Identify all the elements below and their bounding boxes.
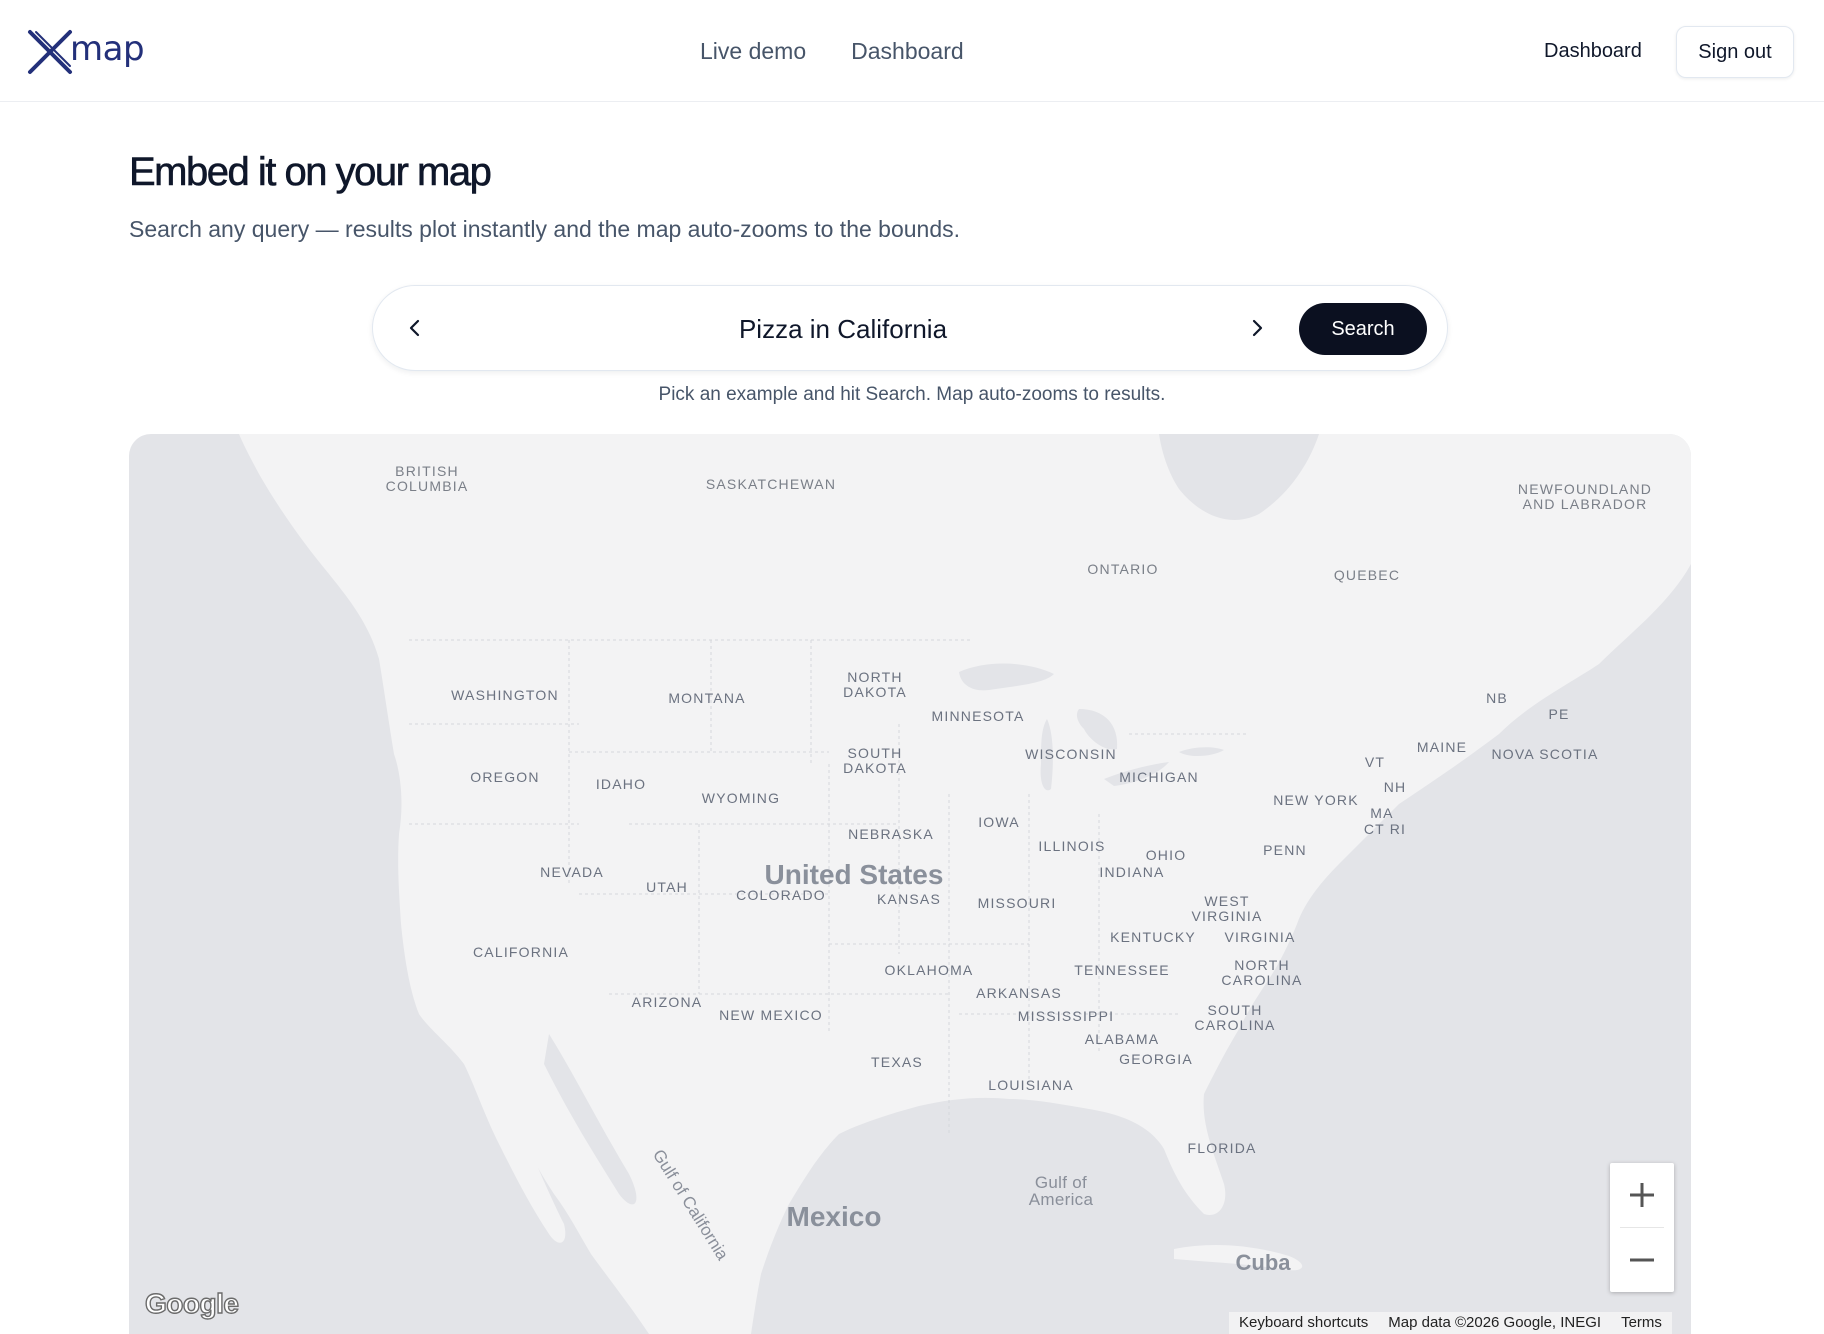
map-label-newfoundland: NEWFOUNDLAND AND LABRADOR	[1517, 481, 1653, 512]
map-label-ct-ri: CT RI	[1363, 821, 1407, 837]
zoom-out-button[interactable]	[1610, 1228, 1674, 1292]
search-input[interactable]	[463, 306, 1223, 352]
map-label-gulf-of-america: Gulf of America	[1028, 1173, 1094, 1209]
map-label-georgia: GEORGIA	[1119, 1051, 1193, 1067]
map-label-nh: NH	[1383, 779, 1407, 795]
google-logo: Google	[144, 1287, 239, 1319]
nav-dashboard[interactable]: Dashboard	[851, 32, 964, 70]
dashboard-link[interactable]: Dashboard	[1544, 32, 1642, 70]
map-label-nova-scotia: NOVA SCOTIA	[1491, 746, 1599, 762]
map-label-north-dakota: NORTH DAKOTA	[843, 669, 907, 700]
map-label-washington: WASHINGTON	[451, 687, 559, 703]
map-label-kentucky: KENTUCKY	[1110, 929, 1196, 945]
map-label-utah: UTAH	[646, 879, 688, 895]
terms-link[interactable]: Terms	[1611, 1312, 1672, 1334]
minus-icon	[1630, 1258, 1654, 1262]
map-label-west-virginia: WEST VIRGINIA	[1191, 893, 1263, 924]
map-label-mexico: Mexico	[786, 1201, 882, 1232]
keyboard-shortcuts-link[interactable]: Keyboard shortcuts	[1229, 1312, 1378, 1334]
map-canvas[interactable]: BRITISH COLUMBIA SASKATCHEWAN NEWFOUNDLA…	[129, 434, 1691, 1334]
plus-icon	[1630, 1183, 1654, 1207]
zoom-in-button[interactable]	[1610, 1163, 1674, 1227]
map-label-mississippi: MISSISSIPPI	[1017, 1008, 1115, 1024]
search-hint: Pick an example and hit Search. Map auto…	[658, 384, 1166, 405]
map-label-alabama: ALABAMA	[1084, 1031, 1160, 1047]
map-label-illinois: ILLINOIS	[1038, 838, 1106, 854]
map-label-montana: MONTANA	[668, 690, 746, 706]
nav-live-demo[interactable]: Live demo	[700, 32, 806, 70]
map-zoom-controls	[1610, 1163, 1674, 1292]
map-label-arkansas: ARKANSAS	[976, 985, 1062, 1001]
map-label-south-dakota: SOUTH DAKOTA	[843, 745, 907, 776]
map-label-oklahoma: OKLAHOMA	[884, 962, 974, 978]
map-label-ohio: OHIO	[1145, 847, 1187, 863]
map-label-penn: PENN	[1263, 842, 1307, 858]
map-data-credit: Map data ©2026 Google, INEGI	[1388, 1314, 1602, 1331]
map-label-arizona: ARIZONA	[631, 994, 703, 1010]
main-nav: Live demo Dashboard	[700, 32, 964, 70]
map-label-oregon: OREGON	[470, 769, 540, 785]
map-label-quebec: QUEBEC	[1333, 567, 1401, 583]
map-label-louisiana: LOUISIANA	[988, 1077, 1074, 1093]
map-label-nevada: NEVADA	[540, 864, 604, 880]
page-subtitle: Search any query — results plot instantl…	[129, 216, 961, 242]
map-label-north-carolina: NORTH CAROLINA	[1221, 957, 1303, 988]
map-label-wisconsin: WISCONSIN	[1025, 746, 1117, 762]
map-label-maine: MAINE	[1416, 739, 1468, 755]
map-label-virginia: VIRGINIA	[1224, 929, 1296, 945]
north-america-landmass	[239, 434, 1691, 1334]
map-label-missouri: MISSOURI	[977, 895, 1057, 911]
map-label-british-columbia: BRITISH COLUMBIA	[385, 463, 469, 494]
map-label-nebraska: NEBRASKA	[848, 826, 934, 842]
map-label-united-states: United States	[764, 859, 944, 890]
page-title: Embed it on your map	[129, 150, 492, 195]
map-label-saskatchewan: SASKATCHEWAN	[705, 476, 837, 492]
map-label-michigan: MICHIGAN	[1119, 769, 1199, 785]
map-label-florida: FLORIDA	[1187, 1140, 1257, 1156]
map-label-indiana: INDIANA	[1099, 864, 1165, 880]
map-label-tennessee: TENNESSEE	[1074, 962, 1170, 978]
logo-text: map	[70, 29, 145, 69]
map-label-vt: VT	[1364, 754, 1386, 770]
chevron-right-icon	[1252, 319, 1263, 337]
map-label-colorado: COLORADO	[736, 887, 826, 903]
map-label-minnesota: MINNESOTA	[931, 708, 1025, 724]
map-attribution: Keyboard shortcuts Map data ©2026 Google…	[1229, 1312, 1672, 1334]
logo-x-icon	[28, 30, 72, 74]
previous-example-button[interactable]	[393, 306, 437, 350]
logo[interactable]: map	[26, 28, 145, 76]
search-bar: Search	[372, 285, 1448, 371]
sign-out-button[interactable]: Sign out	[1676, 26, 1794, 78]
map-label-ontario: ONTARIO	[1087, 561, 1159, 577]
map-label-texas: TEXAS	[871, 1054, 923, 1070]
top-navigation-bar: map Live demo Dashboard Dashboard Sign o…	[0, 0, 1824, 102]
map-label-new-mexico: NEW MEXICO	[719, 1007, 823, 1023]
map-label-nb: NB	[1486, 690, 1508, 706]
map-label-wyoming: WYOMING	[701, 790, 781, 806]
map-label-south-carolina: SOUTH CAROLINA	[1194, 1002, 1276, 1033]
map-label-new-york: NEW YORK	[1273, 792, 1359, 808]
map-label-kansas: KANSAS	[877, 891, 941, 907]
map-label-ma: MA	[1370, 805, 1394, 821]
map-label-iowa: IOWA	[978, 814, 1020, 830]
map-label-idaho: IDAHO	[595, 776, 647, 792]
next-example-button[interactable]	[1235, 306, 1279, 350]
map-label-california: CALIFORNIA	[472, 944, 570, 960]
chevron-left-icon	[409, 319, 420, 337]
search-button[interactable]: Search	[1299, 303, 1427, 355]
map-label-pe: PE	[1548, 706, 1570, 722]
map-label-cuba: Cuba	[1235, 1250, 1291, 1275]
